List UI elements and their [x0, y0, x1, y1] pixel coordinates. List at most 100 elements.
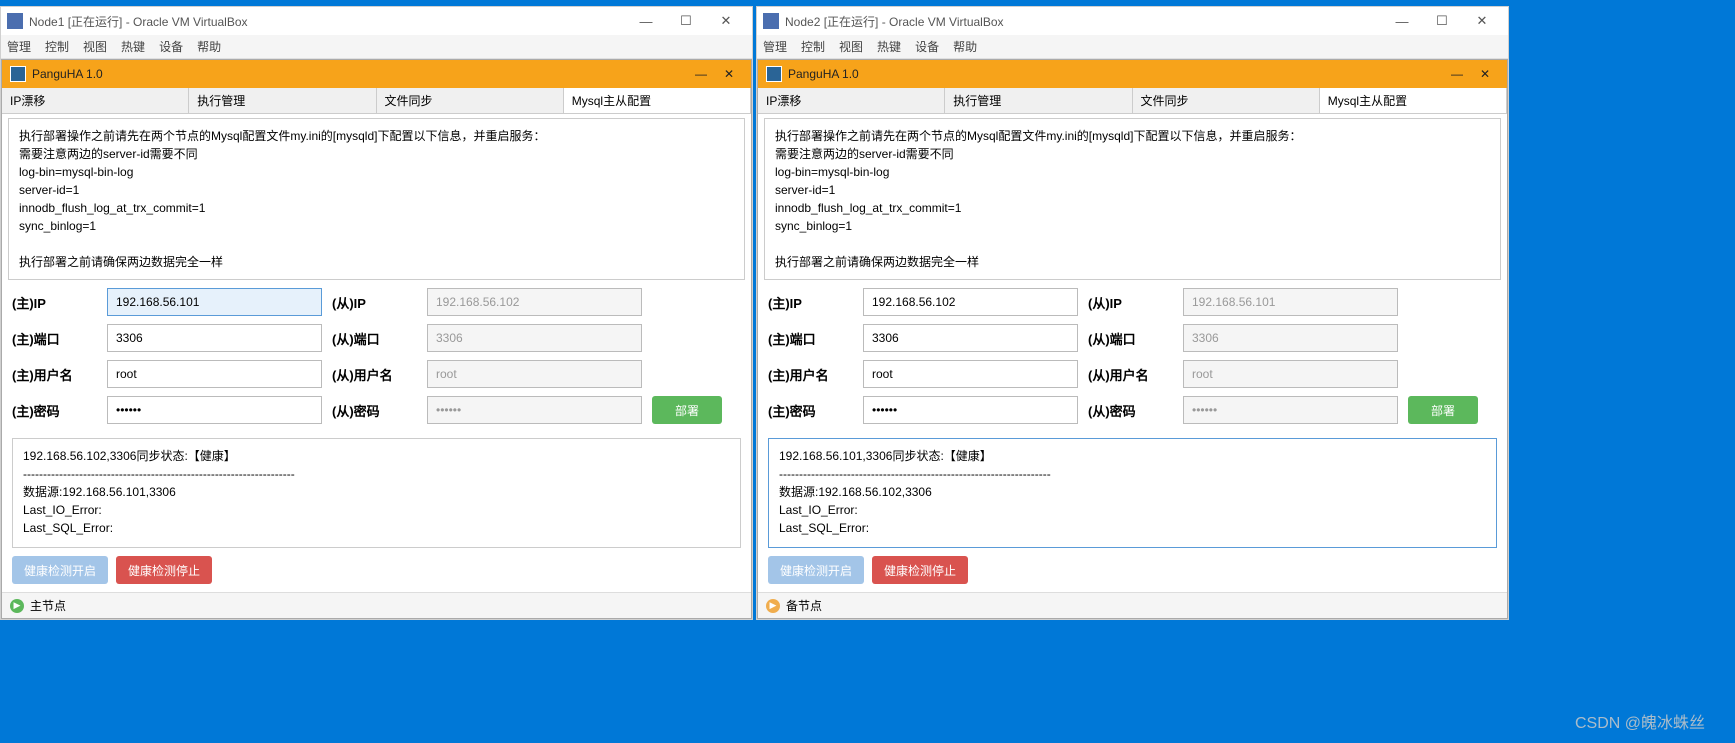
- menu-hotkey[interactable]: 热键: [121, 38, 145, 55]
- node-role-label: 主节点: [30, 597, 66, 614]
- slave-user-input: [1183, 360, 1398, 388]
- menu-view[interactable]: 视图: [83, 38, 107, 55]
- tab-mysql[interactable]: Mysql主从配置: [564, 88, 751, 113]
- vb-menubar: 管理 控制 视图 热键 设备 帮助: [1, 35, 752, 59]
- label-master-port: (主)端口: [12, 329, 97, 348]
- inner-title: PanguHA 1.0: [788, 67, 859, 81]
- label-master-ip: (主)IP: [12, 293, 97, 312]
- status-footer: ▶ 主节点: [2, 592, 751, 618]
- close-icon[interactable]: ✕: [1462, 9, 1502, 33]
- inner-minimize-icon[interactable]: —: [687, 64, 715, 84]
- info-textbox: 执行部署操作之前请先在两个节点的Mysql配置文件my.ini的[mysqld]…: [8, 118, 745, 280]
- menu-control[interactable]: 控制: [45, 38, 69, 55]
- inner-titlebar[interactable]: PanguHA 1.0 — ✕: [758, 60, 1507, 88]
- config-form: (主)IP (从)IP (主)端口 (从)端口 (主)用户名 (从)用户名 (主…: [758, 288, 1507, 434]
- inner-minimize-icon[interactable]: —: [1443, 64, 1471, 84]
- master-user-input[interactable]: [863, 360, 1078, 388]
- master-port-input[interactable]: [863, 324, 1078, 352]
- slave-ip-input: [1183, 288, 1398, 316]
- vb-menubar: 管理 控制 视图 热键 设备 帮助: [757, 35, 1508, 59]
- label-slave-port: (从)端口: [1088, 329, 1173, 348]
- slave-user-input: [427, 360, 642, 388]
- vb-titlebar[interactable]: Node2 [正在运行] - Oracle VM VirtualBox — ☐ …: [757, 7, 1508, 35]
- slave-pwd-input: [1183, 396, 1398, 424]
- health-stop-button[interactable]: 健康检测停止: [872, 556, 968, 584]
- button-row: 健康检测开启 健康检测停止: [758, 556, 1507, 592]
- label-slave-port: (从)端口: [332, 329, 417, 348]
- label-slave-pwd: (从)密码: [1088, 401, 1173, 420]
- master-pwd-input[interactable]: [107, 396, 322, 424]
- label-master-port: (主)端口: [768, 329, 853, 348]
- inner-close-icon[interactable]: ✕: [715, 64, 743, 84]
- vb-titlebar[interactable]: Node1 [正在运行] - Oracle VM VirtualBox — ☐ …: [1, 7, 752, 35]
- watermark: CSDN @魄冰蛛丝: [1575, 709, 1705, 733]
- minimize-icon[interactable]: —: [1382, 9, 1422, 33]
- info-textbox: 执行部署操作之前请先在两个节点的Mysql配置文件my.ini的[mysqld]…: [764, 118, 1501, 280]
- node-role-label: 备节点: [786, 597, 822, 614]
- master-ip-input[interactable]: [863, 288, 1078, 316]
- inner-title: PanguHA 1.0: [32, 67, 103, 81]
- menu-view[interactable]: 视图: [839, 38, 863, 55]
- master-port-input[interactable]: [107, 324, 322, 352]
- label-master-ip: (主)IP: [768, 293, 853, 312]
- label-slave-user: (从)用户名: [332, 365, 417, 384]
- play-icon: ▶: [766, 599, 780, 613]
- menu-device[interactable]: 设备: [159, 38, 183, 55]
- health-start-button[interactable]: 健康检测开启: [768, 556, 864, 584]
- vb-icon: [763, 13, 779, 29]
- label-master-pwd: (主)密码: [12, 401, 97, 420]
- status-textbox: 192.168.56.101,3306同步状态:【健康】------------…: [768, 438, 1497, 548]
- menu-device[interactable]: 设备: [915, 38, 939, 55]
- maximize-icon[interactable]: ☐: [1422, 9, 1462, 33]
- tab-ipdrift[interactable]: IP漂移: [758, 88, 945, 113]
- label-master-user: (主)用户名: [768, 365, 853, 384]
- tab-mysql[interactable]: Mysql主从配置: [1320, 88, 1507, 113]
- deploy-button[interactable]: 部署: [652, 396, 722, 424]
- tab-filesync[interactable]: 文件同步: [1133, 88, 1320, 113]
- slave-pwd-input: [427, 396, 642, 424]
- tab-ipdrift[interactable]: IP漂移: [2, 88, 189, 113]
- app-icon: [766, 66, 782, 82]
- master-user-input[interactable]: [107, 360, 322, 388]
- slave-port-input: [427, 324, 642, 352]
- menu-help[interactable]: 帮助: [953, 38, 977, 55]
- label-slave-ip: (从)IP: [1088, 293, 1173, 312]
- slave-port-input: [1183, 324, 1398, 352]
- maximize-icon[interactable]: ☐: [666, 9, 706, 33]
- label-master-user: (主)用户名: [12, 365, 97, 384]
- slave-ip-input: [427, 288, 642, 316]
- label-slave-ip: (从)IP: [332, 293, 417, 312]
- minimize-icon[interactable]: —: [626, 9, 666, 33]
- menu-hotkey[interactable]: 热键: [877, 38, 901, 55]
- app-icon: [10, 66, 26, 82]
- button-row: 健康检测开启 健康检测停止: [2, 556, 751, 592]
- master-pwd-input[interactable]: [863, 396, 1078, 424]
- play-icon: ▶: [10, 599, 24, 613]
- inner-titlebar[interactable]: PanguHA 1.0 — ✕: [2, 60, 751, 88]
- label-slave-pwd: (从)密码: [332, 401, 417, 420]
- label-master-pwd: (主)密码: [768, 401, 853, 420]
- master-ip-input[interactable]: [107, 288, 322, 316]
- menu-manage[interactable]: 管理: [7, 38, 31, 55]
- label-slave-user: (从)用户名: [1088, 365, 1173, 384]
- config-form: (主)IP (从)IP (主)端口 (从)端口 (主)用户名 (从)用户名 (主…: [2, 288, 751, 434]
- deploy-button[interactable]: 部署: [1408, 396, 1478, 424]
- menu-manage[interactable]: 管理: [763, 38, 787, 55]
- tab-exec[interactable]: 执行管理: [189, 88, 376, 113]
- health-start-button[interactable]: 健康检测开启: [12, 556, 108, 584]
- vb-title: Node1 [正在运行] - Oracle VM VirtualBox: [29, 13, 248, 30]
- health-stop-button[interactable]: 健康检测停止: [116, 556, 212, 584]
- tab-bar: IP漂移 执行管理 文件同步 Mysql主从配置: [2, 88, 751, 114]
- menu-control[interactable]: 控制: [801, 38, 825, 55]
- virtualbox-window-node2: Node2 [正在运行] - Oracle VM VirtualBox — ☐ …: [756, 6, 1509, 620]
- virtualbox-window-node1: Node1 [正在运行] - Oracle VM VirtualBox — ☐ …: [0, 6, 753, 620]
- panguha-window: PanguHA 1.0 — ✕ IP漂移 执行管理 文件同步 Mysql主从配置…: [757, 59, 1508, 619]
- close-icon[interactable]: ✕: [706, 9, 746, 33]
- tab-filesync[interactable]: 文件同步: [377, 88, 564, 113]
- tab-exec[interactable]: 执行管理: [945, 88, 1132, 113]
- menu-help[interactable]: 帮助: [197, 38, 221, 55]
- inner-close-icon[interactable]: ✕: [1471, 64, 1499, 84]
- vb-icon: [7, 13, 23, 29]
- status-footer: ▶ 备节点: [758, 592, 1507, 618]
- vb-title: Node2 [正在运行] - Oracle VM VirtualBox: [785, 13, 1004, 30]
